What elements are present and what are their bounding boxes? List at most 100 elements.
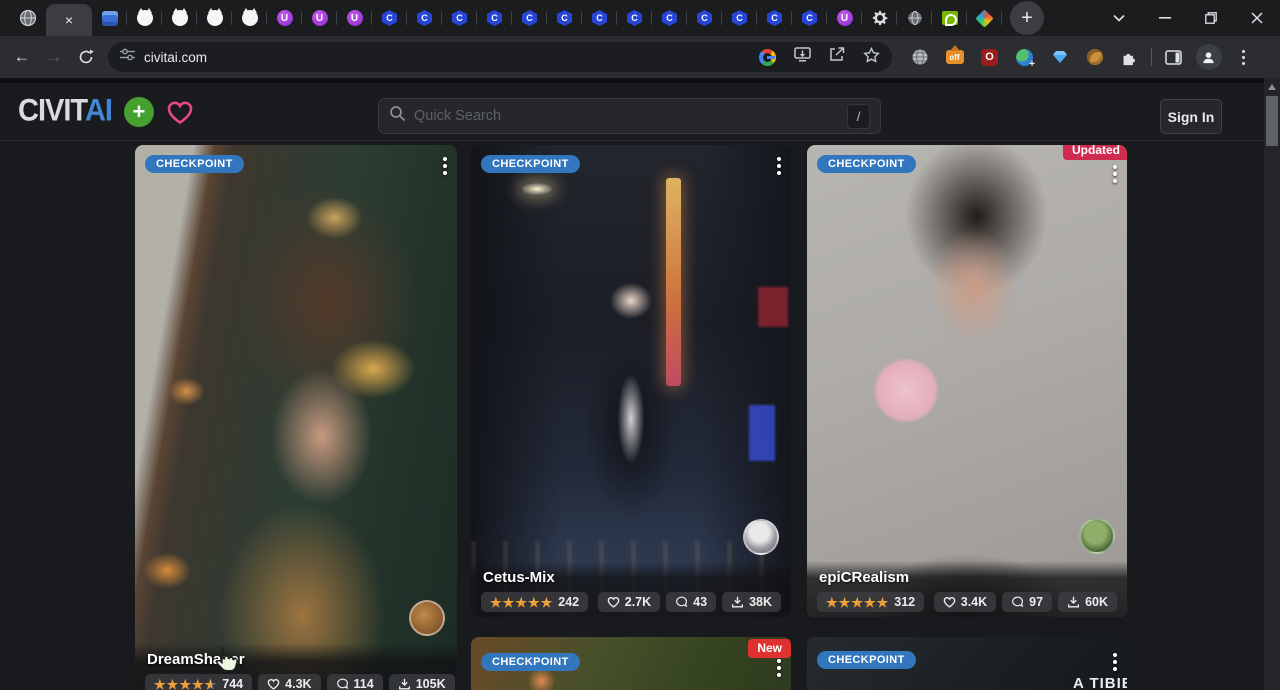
creator-avatar[interactable] bbox=[409, 600, 445, 636]
red-o-extension-icon[interactable]: O bbox=[972, 41, 1007, 73]
address-bar[interactable]: civitai.com bbox=[108, 42, 892, 72]
tab-github-favicon[interactable] bbox=[232, 0, 267, 36]
tab-unity-favicon[interactable]: U bbox=[337, 0, 372, 36]
tab-civitai-favicon[interactable]: C bbox=[687, 0, 722, 36]
tab-kraken-favicon[interactable] bbox=[967, 0, 1002, 36]
tab-civitai-favicon[interactable]: C bbox=[792, 0, 827, 36]
tab-search-chevron-icon[interactable] bbox=[1096, 0, 1142, 36]
updated-badge: Updated bbox=[1063, 145, 1127, 160]
model-title[interactable]: epiCRealism bbox=[819, 569, 1117, 586]
card-menu-kebab-icon[interactable] bbox=[443, 157, 447, 175]
tab-nvidia-favicon[interactable] bbox=[932, 0, 967, 36]
model-card-partial-flowers[interactable]: CHECKPOINT New bbox=[471, 637, 791, 690]
tab-civitai-favicon[interactable]: C bbox=[547, 0, 582, 36]
active-tab[interactable]: × bbox=[46, 4, 92, 36]
tab-civitai-favicon[interactable]: C bbox=[372, 0, 407, 36]
downloads-pill[interactable]: 105K bbox=[389, 674, 455, 690]
forward-button[interactable]: → bbox=[38, 41, 70, 73]
page-scrollbar[interactable] bbox=[1264, 78, 1280, 690]
scrollbar-thumb[interactable] bbox=[1266, 96, 1278, 146]
star-icon: ★ bbox=[179, 678, 192, 690]
vpn-off-extension-icon[interactable]: off bbox=[937, 41, 972, 73]
card-menu-kebab-icon[interactable] bbox=[1113, 165, 1117, 183]
likes-pill[interactable]: 4.3K bbox=[258, 674, 320, 690]
tab-civitai-favicon[interactable]: C bbox=[582, 0, 617, 36]
mesh-globe-extension-icon[interactable] bbox=[902, 41, 937, 73]
scroll-up-arrow-icon[interactable] bbox=[1268, 84, 1276, 90]
support-heart-button[interactable] bbox=[166, 99, 194, 125]
checkpoint-badge: CHECKPOINT bbox=[481, 653, 580, 671]
tab-github-favicon[interactable] bbox=[197, 0, 232, 36]
likes-pill[interactable]: 2.7K bbox=[598, 592, 660, 612]
downloads-pill[interactable]: 60K bbox=[1058, 592, 1117, 612]
star-rating: ★★★★★ bbox=[490, 596, 553, 609]
rating-pill[interactable]: ★★★★★744 bbox=[145, 674, 252, 690]
tab-civitai-favicon[interactable]: C bbox=[722, 0, 757, 36]
search-input[interactable] bbox=[414, 108, 847, 124]
model-preview-image bbox=[135, 145, 457, 690]
model-card-epicrealism[interactable]: CHECKPOINT Updated epiCRealism ★★★★★312 … bbox=[807, 145, 1127, 617]
tab-civitai-favicon[interactable]: C bbox=[757, 0, 792, 36]
install-app-icon[interactable] bbox=[794, 47, 811, 67]
tab-settings-favicon[interactable] bbox=[862, 0, 897, 36]
comment-icon bbox=[336, 678, 349, 690]
url-text[interactable]: civitai.com bbox=[144, 50, 207, 65]
tab-unity-favicon[interactable]: U bbox=[302, 0, 337, 36]
card-menu-kebab-icon[interactable] bbox=[1113, 653, 1117, 671]
toolbar-separator bbox=[1151, 48, 1152, 66]
create-plus-button[interactable]: + bbox=[124, 97, 154, 127]
tab-civitai-favicon[interactable]: C bbox=[512, 0, 547, 36]
model-card-partial-portrait[interactable]: CHECKPOINT A TIBIEN bbox=[807, 637, 1127, 690]
tab-unity-favicon[interactable]: U bbox=[827, 0, 862, 36]
tab-civitai-favicon[interactable]: C bbox=[407, 0, 442, 36]
bookmark-star-icon[interactable] bbox=[863, 47, 880, 68]
downloads-pill[interactable]: 38K bbox=[722, 592, 781, 612]
reload-button[interactable] bbox=[70, 41, 102, 73]
profile-avatar[interactable] bbox=[1191, 41, 1226, 73]
model-card-dreamshaper[interactable]: CHECKPOINT DreamShaper ★★★★★744 4.3K 114… bbox=[135, 145, 457, 690]
google-logo-icon[interactable] bbox=[759, 49, 776, 66]
globe-plus-extension-icon[interactable] bbox=[1007, 41, 1042, 73]
neon-sign bbox=[666, 178, 681, 386]
comments-pill[interactable]: 43 bbox=[666, 592, 716, 612]
tab-unity-favicon[interactable]: U bbox=[267, 0, 302, 36]
site-settings-icon[interactable] bbox=[120, 48, 135, 66]
tab-github-favicon[interactable] bbox=[127, 0, 162, 36]
card-menu-kebab-icon[interactable] bbox=[777, 157, 781, 175]
close-tab-icon[interactable]: × bbox=[65, 13, 73, 27]
extensions-puzzle-icon[interactable] bbox=[1112, 41, 1147, 73]
model-card-cetus-mix[interactable]: CHECKPOINT Cetus-Mix ★★★★★242 2.7K 43 38… bbox=[471, 145, 791, 617]
comments-pill[interactable]: 97 bbox=[1002, 592, 1052, 612]
model-title[interactable]: DreamShaper bbox=[147, 651, 447, 668]
share-icon[interactable] bbox=[829, 47, 845, 67]
likes-pill[interactable]: 3.4K bbox=[934, 592, 996, 612]
tab-civitai-favicon[interactable]: C bbox=[652, 0, 687, 36]
rating-pill[interactable]: ★★★★★242 bbox=[481, 592, 588, 612]
creator-avatar[interactable] bbox=[1079, 518, 1115, 554]
side-panel-icon[interactable] bbox=[1156, 41, 1191, 73]
tab-civitai-favicon[interactable]: C bbox=[442, 0, 477, 36]
new-tab-button[interactable]: + bbox=[1010, 1, 1044, 35]
quick-search-bar[interactable]: / bbox=[378, 98, 881, 134]
gem-extension-icon[interactable] bbox=[1042, 41, 1077, 73]
tab-civitai-favicon[interactable]: C bbox=[477, 0, 512, 36]
civitai-logo[interactable]: CIVITAI bbox=[18, 94, 112, 130]
tab-github-favicon[interactable] bbox=[162, 0, 197, 36]
tab-civitai-favicon[interactable]: C bbox=[617, 0, 652, 36]
star-icon: ★ bbox=[167, 678, 180, 690]
close-window-button[interactable] bbox=[1234, 0, 1280, 36]
comments-pill[interactable]: 114 bbox=[327, 674, 383, 690]
card-menu-kebab-icon[interactable] bbox=[777, 659, 781, 677]
restore-button[interactable] bbox=[1188, 0, 1234, 36]
cookie-extension-icon[interactable] bbox=[1077, 41, 1112, 73]
sign-in-button[interactable]: Sign In bbox=[1160, 99, 1222, 134]
creator-avatar[interactable] bbox=[743, 519, 779, 555]
browser-menu-kebab-icon[interactable] bbox=[1226, 41, 1261, 73]
rating-pill[interactable]: ★★★★★312 bbox=[817, 592, 924, 612]
tab-globe-favicon[interactable] bbox=[897, 0, 932, 36]
model-title[interactable]: Cetus-Mix bbox=[483, 569, 781, 586]
minimize-button[interactable] bbox=[1142, 0, 1188, 36]
globe-favicon[interactable] bbox=[16, 6, 40, 30]
back-button[interactable]: ← bbox=[6, 41, 38, 73]
tab-toolbox-favicon[interactable] bbox=[92, 0, 127, 36]
